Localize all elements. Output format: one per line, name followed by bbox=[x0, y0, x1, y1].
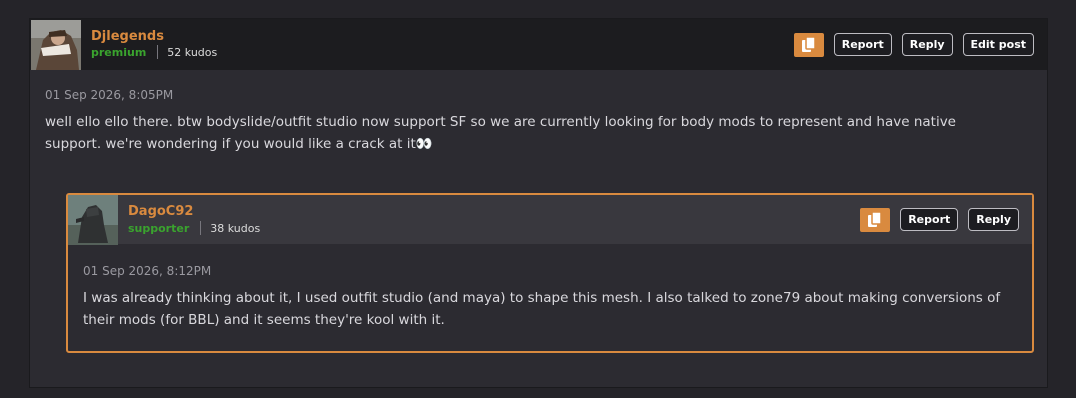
divider bbox=[157, 45, 159, 59]
reply-header: DagoC92 supporter 38 kudos Report Reply bbox=[68, 195, 1032, 245]
reply-actions: Report Reply bbox=[860, 208, 1019, 232]
report-button[interactable]: Report bbox=[833, 33, 892, 56]
role-badge: supporter bbox=[128, 221, 190, 235]
edit-post-button[interactable]: Edit post bbox=[962, 33, 1034, 56]
copy-button[interactable] bbox=[860, 208, 891, 232]
copy-icon bbox=[868, 212, 882, 227]
reply-post: DagoC92 supporter 38 kudos Report Reply … bbox=[66, 193, 1034, 353]
author-name[interactable]: Djlegends bbox=[91, 29, 164, 44]
copy-button[interactable] bbox=[793, 33, 824, 57]
role-badge: premium bbox=[91, 45, 147, 59]
post-actions: Report Reply Edit post bbox=[793, 33, 1034, 57]
post-timestamp: 01 Sep 2026, 8:05PM bbox=[45, 88, 174, 102]
kudos-count: 38 kudos bbox=[210, 221, 261, 235]
avatar[interactable] bbox=[68, 195, 118, 245]
author-meta: supporter 38 kudos bbox=[128, 221, 260, 235]
copy-icon bbox=[801, 37, 816, 52]
avatar[interactable] bbox=[31, 20, 81, 70]
kudos-count: 52 kudos bbox=[167, 45, 218, 59]
author-meta: premium 52 kudos bbox=[91, 45, 217, 59]
reply-button[interactable]: Reply bbox=[901, 33, 953, 56]
author-name[interactable]: DagoC92 bbox=[128, 204, 193, 219]
post-body: well ello ello there. btw bodyslide/outf… bbox=[45, 114, 956, 152]
report-button[interactable]: Report bbox=[900, 208, 959, 231]
divider bbox=[200, 221, 202, 235]
post-header: Djlegends premium 52 kudos Report Reply … bbox=[30, 19, 1047, 70]
reply-timestamp: 01 Sep 2026, 8:12PM bbox=[83, 264, 212, 278]
comment-post: Djlegends premium 52 kudos Report Reply … bbox=[29, 18, 1048, 388]
reply-body: I was already thinking about it, I used … bbox=[83, 290, 1001, 328]
reply-button[interactable]: Reply bbox=[968, 208, 1019, 231]
